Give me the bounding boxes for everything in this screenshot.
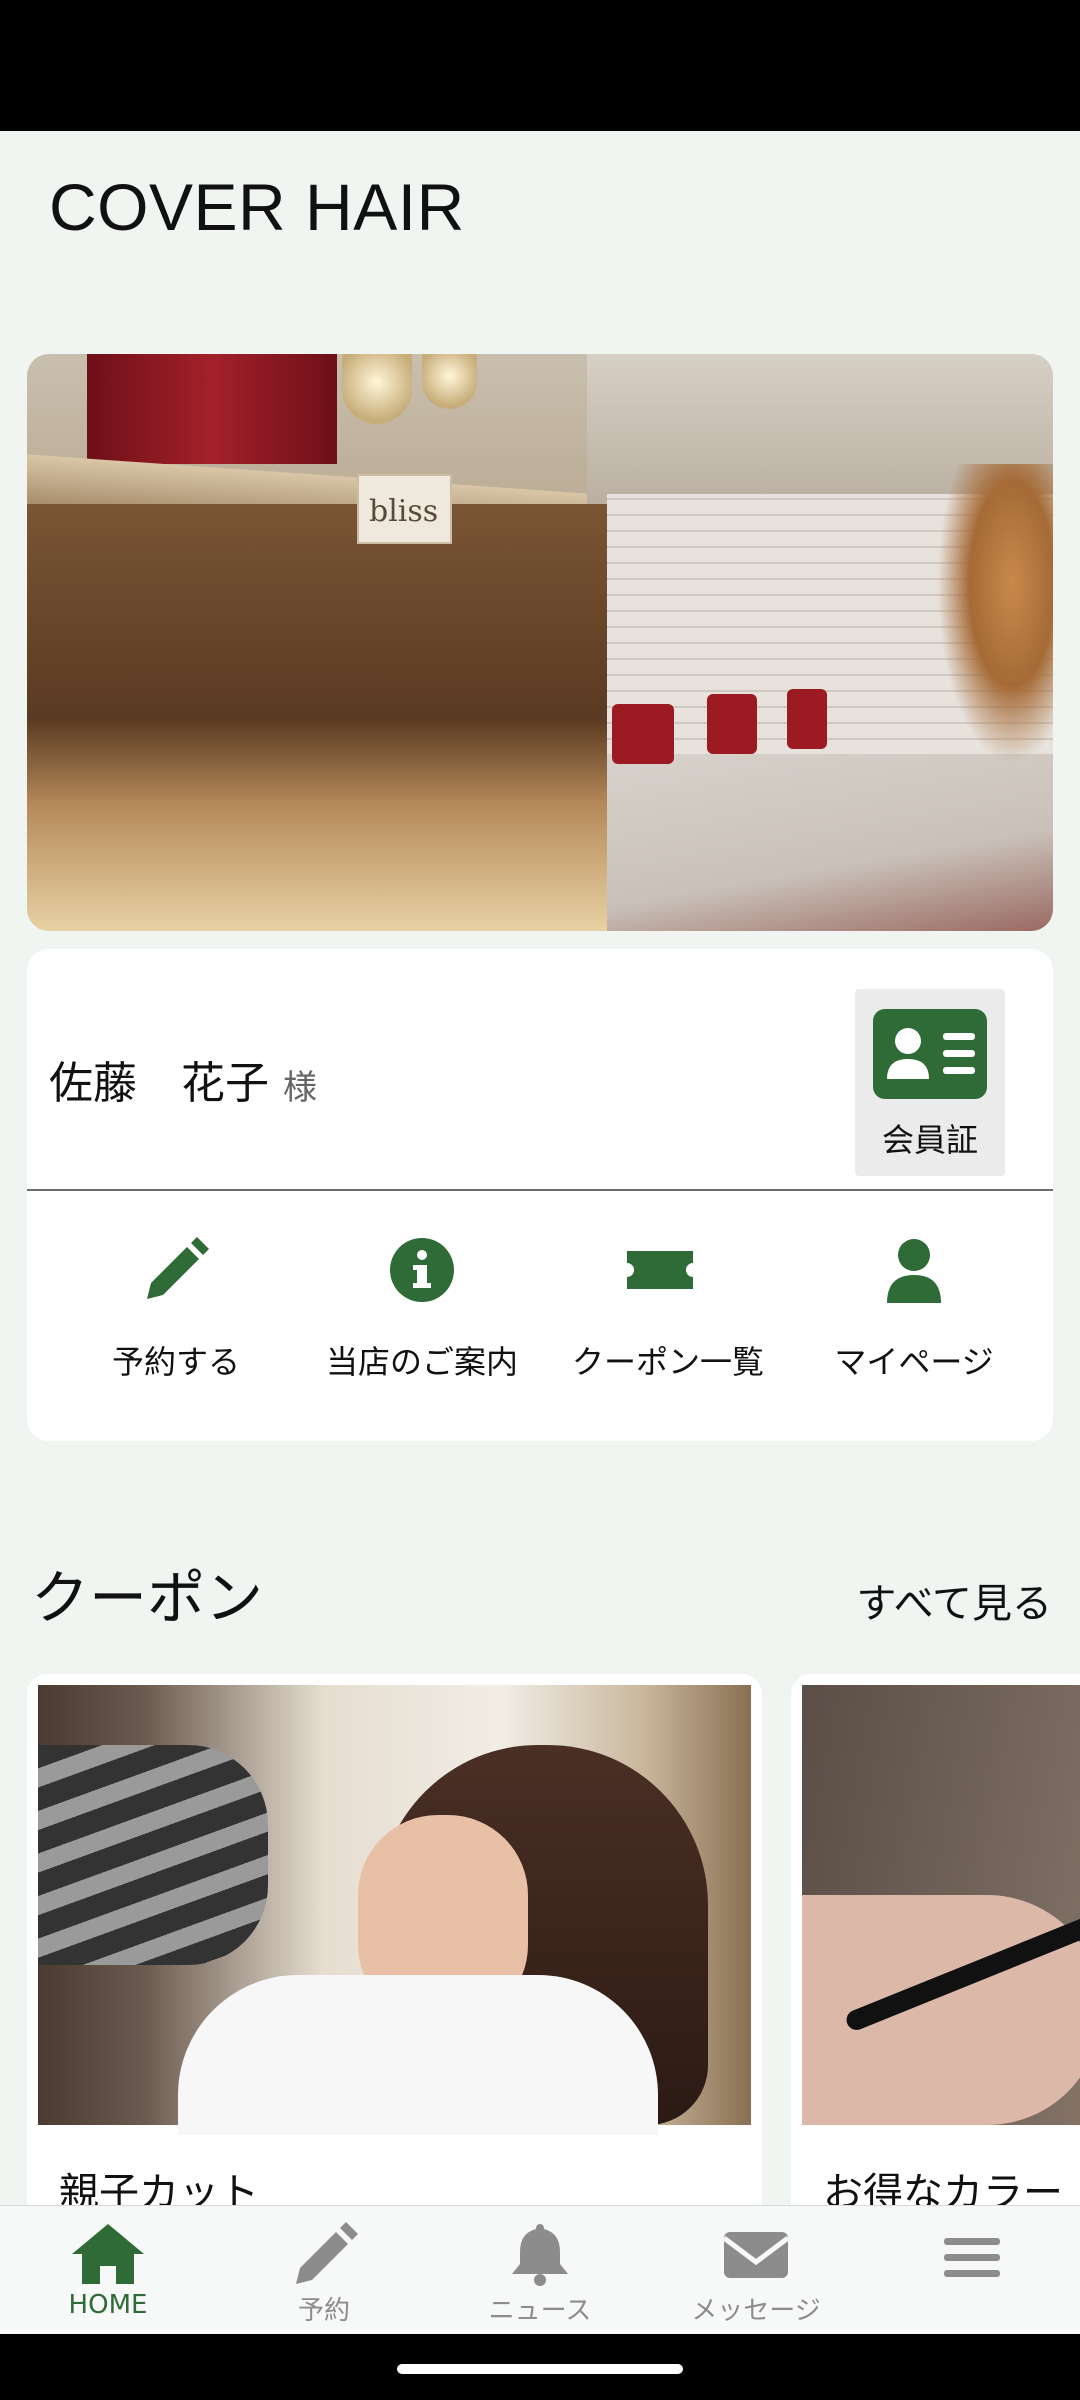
hero-counter	[27, 504, 607, 931]
hero-chair	[787, 689, 827, 749]
quick-action-label: 予約する	[111, 1343, 240, 1381]
coupon-image	[38, 1685, 751, 2135]
see-all-link[interactable]: すべて見る	[856, 1571, 1052, 1629]
hero-image[interactable]: bliss	[27, 354, 1053, 931]
coupon-section-title: クーポン	[31, 1564, 264, 1632]
nav-home[interactable]: HOME	[0, 2206, 216, 2334]
nav-messages[interactable]: メッセージ	[648, 2206, 864, 2334]
member-name: 佐藤 花子	[49, 1058, 269, 1109]
quick-action-label: 当店のご案内	[325, 1343, 518, 1381]
hero-curtain	[87, 354, 337, 464]
home-icon	[72, 2224, 144, 2284]
quick-action-store-info[interactable]: 当店のご案内	[299, 1191, 545, 1441]
quick-action-coupons[interactable]: クーポン一覧	[545, 1191, 791, 1441]
quick-action-reserve[interactable]: 予約する	[53, 1191, 299, 1441]
nav-label: メッセージ	[691, 2296, 821, 2326]
hero-chandelier	[342, 354, 412, 424]
pencil-icon	[147, 1237, 209, 1299]
nav-label: 予約	[297, 2296, 350, 2326]
home-screen: COVER HAIR bliss 佐藤 花子 様 会員証 予約する 当店のご案内…	[0, 131, 1080, 2334]
nav-reserve[interactable]: 予約	[216, 2206, 432, 2334]
person-icon	[887, 1239, 941, 1303]
gesture-handle[interactable]	[397, 2364, 683, 2374]
nav-label: ニュース	[488, 2296, 592, 2326]
pencil-icon	[296, 2222, 358, 2284]
member-card-button[interactable]: 会員証	[855, 989, 1005, 1176]
bell-icon	[512, 2224, 568, 2286]
quick-action-mypage[interactable]: マイページ	[791, 1191, 1037, 1441]
menu-icon	[944, 2238, 1000, 2277]
bottom-nav: HOME 予約 ニュース メッセージ	[0, 2205, 1080, 2334]
hero-sign-text: bliss	[369, 494, 439, 529]
coupon-image-arm	[38, 1745, 268, 1965]
member-card-label: 会員証	[881, 1121, 978, 1159]
nav-label: HOME	[68, 2290, 148, 2320]
hero-chair	[707, 694, 757, 754]
quick-actions: 予約する 当店のご案内 クーポン一覧 マイページ	[27, 1191, 1053, 1441]
member-suffix: 様	[283, 1068, 317, 1108]
hero-sign: bliss	[357, 474, 452, 544]
coupon-image-cape	[178, 1975, 658, 2135]
envelope-icon	[722, 2232, 790, 2278]
info-icon	[390, 1238, 454, 1302]
coupon-image	[802, 1685, 1080, 2125]
nav-news[interactable]: ニュース	[432, 2206, 648, 2334]
id-card-icon	[873, 1009, 987, 1099]
ticket-icon	[627, 1251, 693, 1289]
hero-chandelier	[422, 354, 477, 409]
app-title: COVER HAIR	[49, 170, 465, 244]
hero-chair	[612, 704, 674, 764]
member-card: 佐藤 花子 様 会員証 予約する 当店のご案内 クーポン一覧 マイページ	[27, 949, 1053, 1441]
hero-plant	[937, 464, 1053, 764]
member-name-row: 佐藤 花子 様 会員証	[27, 949, 1053, 1189]
coupon-image-hand	[802, 1895, 1080, 2125]
status-bar	[0, 0, 1080, 131]
nav-menu[interactable]	[864, 2206, 1080, 2334]
quick-action-label: マイページ	[834, 1343, 994, 1381]
hero-floor	[607, 754, 1053, 931]
quick-action-label: クーポン一覧	[571, 1343, 764, 1381]
